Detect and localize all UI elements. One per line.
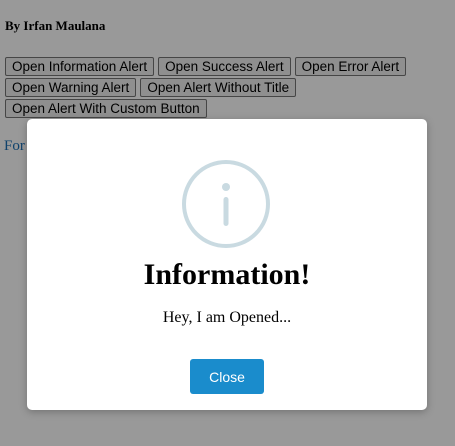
page: By Irfan Maulana Open Information Alert … — [0, 0, 455, 446]
alert-modal: Information! Hey, I am Opened... Close — [27, 119, 427, 410]
modal-title: Information! — [143, 258, 311, 291]
info-circle-icon — [182, 160, 270, 248]
modal-message: Hey, I am Opened... — [162, 309, 292, 326]
close-button[interactable]: Close — [190, 359, 264, 394]
